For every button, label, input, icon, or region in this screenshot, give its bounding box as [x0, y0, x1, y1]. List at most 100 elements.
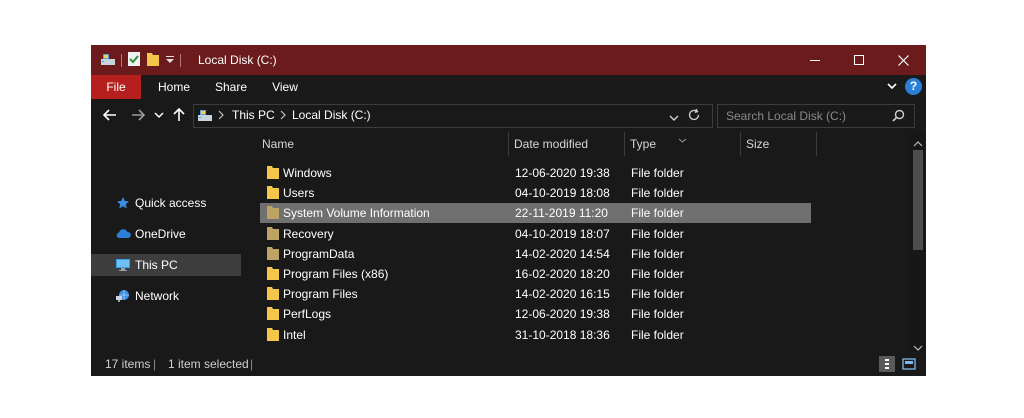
folder-icon	[266, 246, 280, 261]
file-name: ProgramData	[283, 246, 355, 261]
address-dropdown-chevron-icon[interactable]	[669, 111, 679, 125]
file-row[interactable]: Windows 12-06-2020 19:38 File folder	[260, 163, 811, 183]
folder-icon	[266, 266, 280, 281]
properties-icon[interactable]	[127, 51, 141, 70]
address-row: This PC Local Disk (C:) Search Local Dis…	[91, 99, 926, 132]
chevron-down-icon	[154, 112, 164, 119]
file-explorer-window: Local Disk (C:) File Home Share View ? T…	[91, 45, 926, 376]
up-arrow-icon	[173, 108, 185, 121]
maximize-icon	[854, 55, 864, 65]
file-row[interactable]: Program Files (x86) 16-02-2020 18:20 File …	[260, 264, 811, 284]
tab-share[interactable]: Share	[207, 75, 255, 99]
tab-view[interactable]: View	[263, 75, 307, 99]
details-view-button[interactable]	[879, 356, 895, 372]
file-type: File folder	[631, 166, 684, 180]
file-date-modified: 12-06-2020 19:38	[515, 307, 610, 322]
window-title: Local Disk (C:)	[198, 53, 277, 67]
file-name: Program Files (x86)	[283, 267, 389, 281]
minimize-icon	[810, 60, 820, 61]
file-date-modified: 22-11-2019 11:20	[515, 206, 608, 221]
column-header-date-modified[interactable]: Date modified	[514, 132, 622, 156]
recent-locations-button[interactable]	[153, 107, 165, 123]
file-date-modified: 14-02-2020 14:54	[515, 246, 610, 261]
file-name: Intel	[283, 327, 306, 342]
folder-icon	[266, 165, 280, 180]
drive-icon	[197, 108, 213, 125]
file-row[interactable]: PerfLogs 12-06-2020 19:38 File folder	[260, 304, 811, 324]
column-header-size[interactable]: Size	[746, 132, 814, 156]
address-bar[interactable]: This PC Local Disk (C:)	[193, 104, 713, 128]
item-count: 17 items	[105, 357, 151, 371]
file-row[interactable]: Program Files 14-02-2020 16:15 File folder	[260, 284, 811, 304]
file-date-modified: 04-10-2019 18:08	[515, 186, 610, 201]
nav-item-network[interactable]: Network	[91, 285, 241, 307]
large-icons-view-button[interactable]	[901, 356, 917, 372]
tab-file[interactable]: File	[91, 75, 141, 99]
column-header-name[interactable]: Name	[262, 132, 505, 156]
search-icon[interactable]	[892, 109, 905, 125]
folder-icon	[266, 327, 280, 342]
vertical-scrollbar[interactable]	[910, 132, 926, 352]
folder-icon	[266, 185, 280, 200]
status-separator: |	[153, 357, 157, 371]
back-arrow-icon	[103, 109, 116, 121]
network-icon	[115, 288, 131, 304]
title-bar: Local Disk (C:)	[91, 45, 926, 75]
computer-icon	[115, 257, 131, 273]
close-icon	[897, 54, 909, 66]
breadcrumb-this-pc[interactable]: This PC	[232, 108, 275, 122]
nav-item-quick-access[interactable]: Quick access	[91, 192, 241, 214]
navigation-pane: Quick access OneDrive This PC Network	[91, 132, 242, 352]
chevron-right-icon[interactable]	[280, 109, 286, 123]
file-row[interactable]: Users 04-10-2019 18:08 File folder	[260, 183, 811, 203]
large-icons-view-icon	[902, 358, 916, 370]
file-row[interactable]: System Volume Information 22-11-2019 11:2…	[260, 203, 811, 224]
file-name: Program Files	[283, 287, 358, 302]
file-row[interactable]: ProgramData 14-02-2020 14:54 File folder	[260, 244, 811, 264]
file-name: System Volume Information	[283, 206, 430, 221]
scroll-up-arrow-icon[interactable]	[913, 136, 923, 150]
maximize-button[interactable]	[837, 45, 881, 75]
file-type: File folder	[631, 226, 684, 241]
nav-item-label: Quick access	[135, 196, 207, 210]
ribbon-tabs: File Home Share View ?	[91, 75, 926, 99]
refresh-icon[interactable]	[687, 108, 701, 125]
file-type: File folder	[631, 307, 684, 322]
back-button[interactable]	[101, 107, 119, 123]
nav-item-label: OneDrive	[135, 227, 186, 241]
quick-access-toolbar-dropdown-icon[interactable]	[165, 53, 175, 67]
forward-button[interactable]	[129, 107, 147, 123]
folder-icon	[266, 205, 280, 220]
column-divider[interactable]	[740, 132, 741, 156]
search-box[interactable]: Search Local Disk (C:)	[717, 104, 915, 128]
scrollbar-thumb[interactable]	[913, 150, 923, 250]
file-date-modified: 31-10-2018 18:36	[515, 327, 610, 342]
expand-ribbon-chevron-icon[interactable]	[886, 80, 898, 95]
file-date-modified: 04-10-2019 18:07	[515, 226, 610, 241]
breadcrumb-local-disk[interactable]: Local Disk (C:)	[292, 108, 371, 122]
file-name: Windows	[283, 166, 332, 180]
file-row[interactable]: Recovery 04-10-2019 18:07 File folder	[260, 224, 811, 244]
file-name: PerfLogs	[283, 307, 332, 322]
file-list: Name Date modified Type Size Windows 12-0…	[258, 132, 910, 352]
up-button[interactable]	[171, 107, 187, 123]
search-input[interactable]: Search Local Disk (C:)	[726, 109, 846, 123]
help-icon[interactable]: ?	[905, 78, 922, 95]
close-button[interactable]	[881, 45, 925, 75]
file-row[interactable]: Intel 31-10-2018 18:36 File folder	[260, 325, 811, 345]
chevron-right-icon[interactable]	[218, 109, 224, 123]
new-folder-icon[interactable]	[146, 51, 160, 70]
nav-item-onedrive[interactable]: OneDrive	[91, 223, 241, 245]
column-divider[interactable]	[624, 132, 625, 156]
tab-home[interactable]: Home	[149, 75, 199, 99]
nav-item-this-pc[interactable]: This PC	[91, 254, 241, 276]
column-divider[interactable]	[816, 132, 817, 156]
cloud-icon	[115, 226, 131, 242]
minimize-button[interactable]	[793, 45, 837, 75]
column-divider[interactable]	[508, 132, 509, 156]
file-name: Users	[283, 186, 315, 201]
file-type: File folder	[631, 186, 684, 201]
title-separator	[180, 53, 181, 67]
star-icon	[115, 195, 131, 211]
file-date-modified: 16-02-2020 18:20	[515, 267, 610, 281]
